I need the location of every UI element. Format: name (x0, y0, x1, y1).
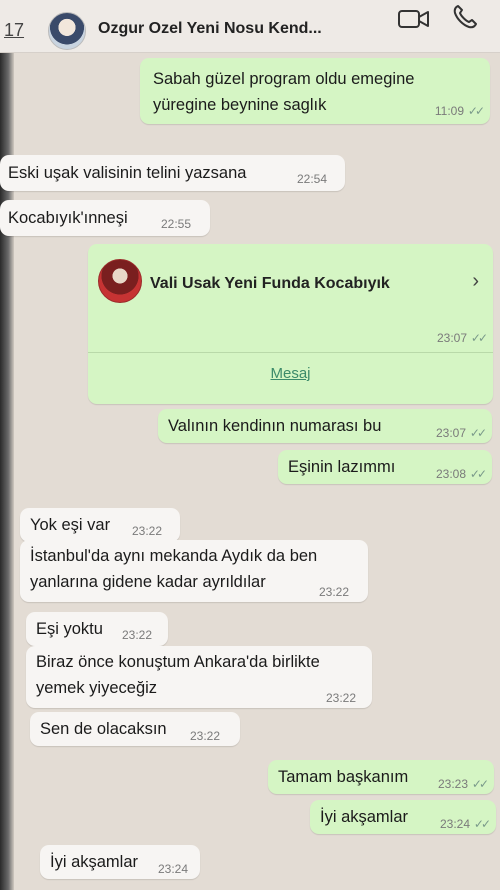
incoming-message[interactable]: Biraz önce konuştum Ankara'da birlikte y… (26, 646, 372, 708)
incoming-message[interactable]: Eski uşak valisinin telini yazsana 22:54 (0, 155, 345, 191)
message-text: yüregine beynine saglık (153, 96, 327, 114)
incoming-message[interactable]: İyi akşamlar 23:24 (40, 845, 200, 879)
back-button[interactable]: 17 (4, 20, 24, 41)
message-time: 23:24 (439, 817, 470, 831)
voice-call-icon[interactable] (452, 4, 478, 30)
double-check-icon: ✓✓ (469, 426, 487, 440)
message-text: Eski uşak valisinin telini yazsana (8, 164, 247, 182)
message-time: 23:07 (436, 331, 467, 345)
outgoing-message[interactable]: Sabah güzel program oldu emegine yüregin… (140, 58, 490, 124)
incoming-message[interactable]: Yok eşi var 23:22 (20, 508, 180, 542)
message-text: İstanbul'da aynı mekanda Aydık da ben (30, 547, 318, 565)
message-time: 23:24 (158, 862, 189, 876)
double-check-icon: ✓✓ (471, 777, 489, 791)
message-contact-button[interactable]: Mesaj (88, 362, 493, 386)
message-time: 23:22 (326, 691, 357, 705)
message-text: Biraz önce konuştum Ankara'da birlikte (36, 653, 320, 671)
message-time: 23:08 (435, 467, 466, 481)
message-time: 23:23 (437, 777, 468, 791)
double-check-icon: ✓✓ (469, 467, 487, 481)
message-text: Eşi yoktu (36, 620, 103, 638)
double-check-icon: ✓✓ (473, 817, 491, 831)
message-text: Eşinin lazımmı (288, 458, 396, 476)
message-text: Tamam başkanım (278, 768, 409, 786)
incoming-message[interactable]: Sen de olacaksın 23:22 (30, 712, 240, 746)
message-time: 23:22 (190, 729, 221, 743)
message-text: Yok eşi var (30, 516, 111, 534)
message-text: yemek yiyeceğiz (36, 679, 158, 697)
message-text: İyi akşamlar (50, 853, 139, 871)
message-time: 23:22 (122, 628, 153, 642)
double-check-icon: ✓✓ (470, 331, 488, 345)
message-time: 22:54 (297, 172, 328, 186)
contact-card-message[interactable]: Vali Usak Yeni Funda Kocabıyık › 23:07 ✓… (88, 244, 493, 404)
outgoing-message[interactable]: Valının kendinın numarası bu 23:07 ✓✓ (158, 409, 492, 443)
incoming-message[interactable]: İstanbul'da aynı mekanda Aydık da ben ya… (20, 540, 368, 602)
contact-card-avatar (98, 259, 142, 303)
contact-name[interactable]: Ozgur Ozel Yeni Nosu Kend... (98, 20, 322, 38)
chat-header: 17 Ozgur Ozel Yeni Nosu Kend... (0, 0, 500, 53)
incoming-message[interactable]: Eşi yoktu 23:22 (26, 612, 168, 646)
message-text: Valının kendinın numarası bu (168, 417, 382, 435)
device-edge (0, 0, 14, 890)
message-time: 11:09 (434, 104, 464, 118)
outgoing-message[interactable]: Tamam başkanım 23:23 ✓✓ (268, 760, 494, 794)
outgoing-message[interactable]: İyi akşamlar 23:24 ✓✓ (310, 800, 496, 834)
message-text: İyi akşamlar (320, 808, 409, 826)
message-time: 23:22 (319, 585, 350, 599)
chevron-right-icon[interactable]: › (472, 269, 479, 293)
contact-avatar[interactable] (48, 12, 86, 50)
video-call-icon[interactable] (398, 8, 430, 30)
message-time: 22:55 (161, 217, 192, 231)
contact-card-name[interactable]: Vali Usak Yeni Funda Kocabıyık (150, 272, 390, 296)
message-text: Sabah güzel program oldu emegine (153, 70, 415, 88)
message-text: Sen de olacaksın (40, 720, 167, 738)
double-check-icon: ✓✓ (467, 104, 485, 118)
outgoing-message[interactable]: Eşinin lazımmı 23:08 ✓✓ (278, 450, 492, 484)
message-text: Kocabıyık'ınneşi (8, 209, 128, 227)
incoming-message[interactable]: Kocabıyık'ınneşi 22:55 (0, 200, 210, 236)
card-divider (88, 352, 493, 353)
message-time: 23:07 (435, 426, 466, 440)
message-text: yanlarına gidene kadar ayrıldılar (30, 573, 266, 591)
